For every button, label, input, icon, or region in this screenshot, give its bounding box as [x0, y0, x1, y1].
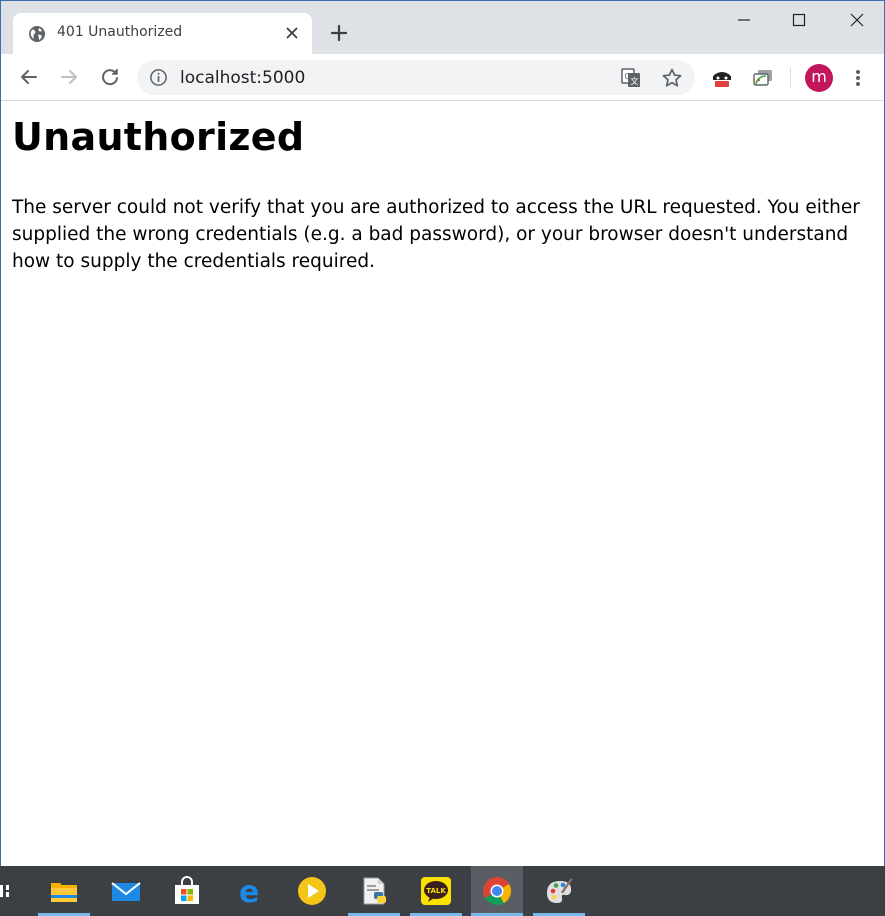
- plus-icon[interactable]: [327, 21, 351, 45]
- media-player-icon: [298, 877, 326, 905]
- tab-active[interactable]: 401 Unauthorized: [13, 13, 312, 54]
- cast-extension-icon[interactable]: [752, 67, 774, 89]
- profile-avatar[interactable]: m: [805, 64, 833, 92]
- taskbar-item-file-explorer[interactable]: [38, 866, 90, 916]
- paint-icon: [547, 878, 573, 903]
- file-explorer-icon: [51, 883, 77, 902]
- close-icon[interactable]: [284, 25, 300, 41]
- reload-icon[interactable]: [98, 65, 122, 89]
- python-editor-icon: [363, 877, 386, 905]
- globe-icon: [29, 26, 45, 42]
- more-vertical-icon[interactable]: [847, 66, 869, 90]
- page-content: Unauthorized The server could not verify…: [1, 101, 884, 866]
- tab-strip: 401 Unauthorized: [1, 1, 884, 54]
- translate-icon[interactable]: G 文: [620, 67, 642, 89]
- kakaotalk-icon: TALK: [421, 877, 451, 905]
- taskbar: e TALK: [0, 866, 885, 916]
- mail-icon: [111, 882, 141, 901]
- page-title: Unauthorized: [12, 115, 305, 159]
- svg-text:文: 文: [631, 76, 639, 86]
- minimize-icon[interactable]: [730, 6, 758, 34]
- kakaotalk-label: TALK: [426, 887, 446, 895]
- arrow-left-icon[interactable]: [17, 65, 41, 89]
- taskbar-item-media-player[interactable]: [286, 866, 338, 916]
- star-icon[interactable]: [661, 67, 683, 89]
- taskbar-item-paint[interactable]: [533, 866, 585, 916]
- edge-icon: e: [239, 875, 259, 907]
- task-view-icon[interactable]: [0, 881, 12, 901]
- browser-window: 401 Unauthorized localhost:5000 G 文 m Un…: [0, 0, 885, 866]
- taskbar-item-edge[interactable]: e: [224, 866, 276, 916]
- taskbar-item-mail[interactable]: [100, 866, 152, 916]
- taskbar-item-chrome[interactable]: [471, 866, 523, 916]
- tab-title: 401 Unauthorized: [57, 24, 183, 40]
- address-bar[interactable]: localhost:5000 G 文: [137, 60, 695, 95]
- svg-text:e: e: [239, 875, 259, 907]
- microsoft-store-icon: [175, 876, 199, 904]
- close-icon[interactable]: [843, 6, 871, 34]
- maximize-icon[interactable]: [785, 6, 813, 34]
- incognito-extension-icon[interactable]: [710, 67, 734, 89]
- info-icon[interactable]: [149, 68, 168, 87]
- url-text[interactable]: localhost:5000: [180, 68, 305, 88]
- browser-toolbar: localhost:5000 G 文 m: [1, 54, 884, 101]
- taskbar-item-kakaotalk[interactable]: TALK: [410, 866, 462, 916]
- toolbar-separator: [790, 67, 791, 88]
- taskbar-item-store[interactable]: [161, 866, 213, 916]
- chrome-icon: [483, 877, 511, 905]
- taskbar-item-python-editor[interactable]: [348, 866, 400, 916]
- arrow-right-icon[interactable]: [57, 65, 81, 89]
- error-message: The server could not verify that you are…: [12, 197, 860, 272]
